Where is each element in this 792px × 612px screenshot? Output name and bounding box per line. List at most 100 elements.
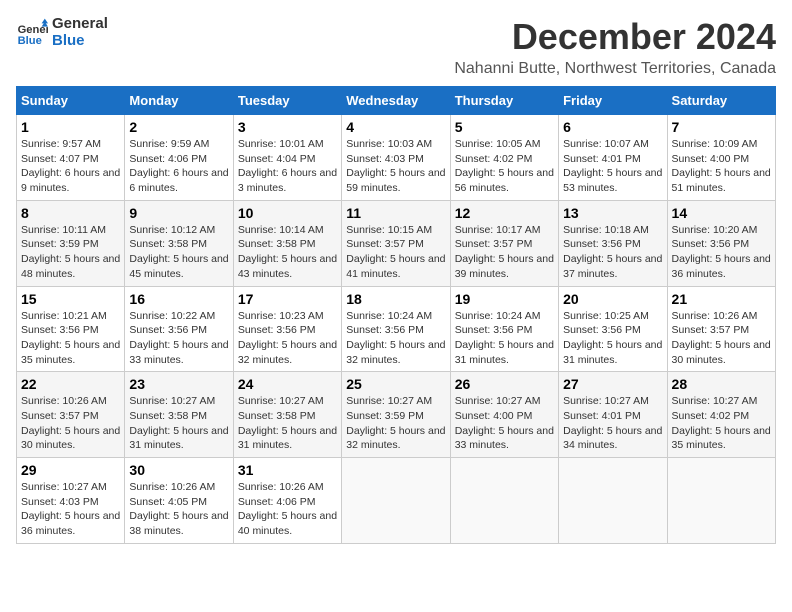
- calendar-cell: 17 Sunrise: 10:23 AMSunset: 3:56 PMDayli…: [233, 286, 341, 372]
- day-detail: Sunrise: 10:26 AMSunset: 3:57 PMDaylight…: [21, 395, 120, 451]
- day-detail: Sunrise: 10:26 AMSunset: 3:57 PMDaylight…: [672, 310, 771, 366]
- calendar-table: SundayMondayTuesdayWednesdayThursdayFrid…: [16, 86, 776, 544]
- logo-general: General: [52, 16, 108, 33]
- day-detail: Sunrise: 10:27 AMSunset: 4:01 PMDaylight…: [563, 395, 662, 451]
- week-row-4: 22 Sunrise: 10:26 AMSunset: 3:57 PMDayli…: [17, 372, 776, 458]
- calendar-cell: 30 Sunrise: 10:26 AMSunset: 4:05 PMDayli…: [125, 458, 233, 544]
- day-number: 13: [563, 205, 662, 221]
- day-detail: Sunrise: 10:09 AMSunset: 4:00 PMDaylight…: [672, 138, 771, 194]
- day-detail: Sunrise: 10:26 AMSunset: 4:06 PMDaylight…: [238, 481, 337, 537]
- svg-text:Blue: Blue: [18, 35, 42, 47]
- weekday-header-sunday: Sunday: [17, 87, 125, 115]
- day-detail: Sunrise: 10:05 AMSunset: 4:02 PMDaylight…: [455, 138, 554, 194]
- title-area: December 2024 Nahanni Butte, Northwest T…: [454, 16, 776, 78]
- day-number: 20: [563, 291, 662, 307]
- day-detail: Sunrise: 10:14 AMSunset: 3:58 PMDaylight…: [238, 224, 337, 280]
- weekday-header-tuesday: Tuesday: [233, 87, 341, 115]
- day-number: 27: [563, 376, 662, 392]
- calendar-cell: 27 Sunrise: 10:27 AMSunset: 4:01 PMDayli…: [559, 372, 667, 458]
- day-number: 11: [346, 205, 445, 221]
- calendar-cell: 9 Sunrise: 10:12 AMSunset: 3:58 PMDaylig…: [125, 200, 233, 286]
- calendar-cell: 28 Sunrise: 10:27 AMSunset: 4:02 PMDayli…: [667, 372, 775, 458]
- day-detail: Sunrise: 10:24 AMSunset: 3:56 PMDaylight…: [346, 310, 445, 366]
- page-header: General Blue General Blue December 2024 …: [16, 16, 776, 78]
- week-row-1: 1 Sunrise: 9:57 AMSunset: 4:07 PMDayligh…: [17, 115, 776, 201]
- day-detail: Sunrise: 10:25 AMSunset: 3:56 PMDaylight…: [563, 310, 662, 366]
- day-detail: Sunrise: 10:11 AMSunset: 3:59 PMDaylight…: [21, 224, 120, 280]
- day-number: 19: [455, 291, 554, 307]
- day-detail: Sunrise: 10:26 AMSunset: 4:05 PMDaylight…: [129, 481, 228, 537]
- logo: General Blue General Blue: [16, 16, 108, 49]
- calendar-cell: 15 Sunrise: 10:21 AMSunset: 3:56 PMDayli…: [17, 286, 125, 372]
- day-number: 21: [672, 291, 771, 307]
- day-number: 7: [672, 119, 771, 135]
- calendar-cell: 31 Sunrise: 10:26 AMSunset: 4:06 PMDayli…: [233, 458, 341, 544]
- day-detail: Sunrise: 10:27 AMSunset: 3:58 PMDaylight…: [129, 395, 228, 451]
- day-number: 24: [238, 376, 337, 392]
- day-number: 5: [455, 119, 554, 135]
- calendar-cell: 12 Sunrise: 10:17 AMSunset: 3:57 PMDayli…: [450, 200, 558, 286]
- calendar-body: 1 Sunrise: 9:57 AMSunset: 4:07 PMDayligh…: [17, 115, 776, 544]
- week-row-5: 29 Sunrise: 10:27 AMSunset: 4:03 PMDayli…: [17, 458, 776, 544]
- day-number: 26: [455, 376, 554, 392]
- calendar-cell: [667, 458, 775, 544]
- day-number: 28: [672, 376, 771, 392]
- day-number: 9: [129, 205, 228, 221]
- day-detail: Sunrise: 10:17 AMSunset: 3:57 PMDaylight…: [455, 224, 554, 280]
- calendar-cell: 20 Sunrise: 10:25 AMSunset: 3:56 PMDayli…: [559, 286, 667, 372]
- day-number: 15: [21, 291, 120, 307]
- weekday-header-saturday: Saturday: [667, 87, 775, 115]
- calendar-cell: 7 Sunrise: 10:09 AMSunset: 4:00 PMDaylig…: [667, 115, 775, 201]
- day-number: 23: [129, 376, 228, 392]
- calendar-cell: 19 Sunrise: 10:24 AMSunset: 3:56 PMDayli…: [450, 286, 558, 372]
- calendar-cell: 10 Sunrise: 10:14 AMSunset: 3:58 PMDayli…: [233, 200, 341, 286]
- day-detail: Sunrise: 10:15 AMSunset: 3:57 PMDaylight…: [346, 224, 445, 280]
- day-number: 31: [238, 462, 337, 478]
- weekday-header-row: SundayMondayTuesdayWednesdayThursdayFrid…: [17, 87, 776, 115]
- day-detail: Sunrise: 10:20 AMSunset: 3:56 PMDaylight…: [672, 224, 771, 280]
- calendar-cell: 2 Sunrise: 9:59 AMSunset: 4:06 PMDayligh…: [125, 115, 233, 201]
- day-detail: Sunrise: 9:59 AMSunset: 4:06 PMDaylight:…: [129, 138, 228, 194]
- calendar-cell: 11 Sunrise: 10:15 AMSunset: 3:57 PMDayli…: [342, 200, 450, 286]
- day-number: 17: [238, 291, 337, 307]
- calendar-cell: 5 Sunrise: 10:05 AMSunset: 4:02 PMDaylig…: [450, 115, 558, 201]
- day-detail: Sunrise: 10:24 AMSunset: 3:56 PMDaylight…: [455, 310, 554, 366]
- calendar-cell: 3 Sunrise: 10:01 AMSunset: 4:04 PMDaylig…: [233, 115, 341, 201]
- day-detail: Sunrise: 10:22 AMSunset: 3:56 PMDaylight…: [129, 310, 228, 366]
- calendar-cell: 23 Sunrise: 10:27 AMSunset: 3:58 PMDayli…: [125, 372, 233, 458]
- week-row-2: 8 Sunrise: 10:11 AMSunset: 3:59 PMDaylig…: [17, 200, 776, 286]
- day-number: 14: [672, 205, 771, 221]
- weekday-header-wednesday: Wednesday: [342, 87, 450, 115]
- day-number: 30: [129, 462, 228, 478]
- calendar-cell: 21 Sunrise: 10:26 AMSunset: 3:57 PMDayli…: [667, 286, 775, 372]
- calendar-cell: 18 Sunrise: 10:24 AMSunset: 3:56 PMDayli…: [342, 286, 450, 372]
- day-number: 22: [21, 376, 120, 392]
- day-number: 12: [455, 205, 554, 221]
- calendar-cell: 25 Sunrise: 10:27 AMSunset: 3:59 PMDayli…: [342, 372, 450, 458]
- day-detail: Sunrise: 10:01 AMSunset: 4:04 PMDaylight…: [238, 138, 337, 194]
- day-number: 16: [129, 291, 228, 307]
- day-detail: Sunrise: 10:27 AMSunset: 4:00 PMDaylight…: [455, 395, 554, 451]
- day-number: 25: [346, 376, 445, 392]
- calendar-cell: 22 Sunrise: 10:26 AMSunset: 3:57 PMDayli…: [17, 372, 125, 458]
- calendar-cell: 4 Sunrise: 10:03 AMSunset: 4:03 PMDaylig…: [342, 115, 450, 201]
- day-number: 4: [346, 119, 445, 135]
- weekday-header-monday: Monday: [125, 87, 233, 115]
- day-detail: Sunrise: 9:57 AMSunset: 4:07 PMDaylight:…: [21, 138, 120, 194]
- day-number: 8: [21, 205, 120, 221]
- day-detail: Sunrise: 10:03 AMSunset: 4:03 PMDaylight…: [346, 138, 445, 194]
- calendar-cell: [450, 458, 558, 544]
- calendar-cell: [559, 458, 667, 544]
- day-number: 1: [21, 119, 120, 135]
- weekday-header-thursday: Thursday: [450, 87, 558, 115]
- week-row-3: 15 Sunrise: 10:21 AMSunset: 3:56 PMDayli…: [17, 286, 776, 372]
- calendar-cell: 29 Sunrise: 10:27 AMSunset: 4:03 PMDayli…: [17, 458, 125, 544]
- day-number: 10: [238, 205, 337, 221]
- day-number: 29: [21, 462, 120, 478]
- calendar-cell: 6 Sunrise: 10:07 AMSunset: 4:01 PMDaylig…: [559, 115, 667, 201]
- logo-blue: Blue: [52, 33, 108, 50]
- calendar-cell: 16 Sunrise: 10:22 AMSunset: 3:56 PMDayli…: [125, 286, 233, 372]
- day-detail: Sunrise: 10:18 AMSunset: 3:56 PMDaylight…: [563, 224, 662, 280]
- calendar-cell: 1 Sunrise: 9:57 AMSunset: 4:07 PMDayligh…: [17, 115, 125, 201]
- day-detail: Sunrise: 10:21 AMSunset: 3:56 PMDaylight…: [21, 310, 120, 366]
